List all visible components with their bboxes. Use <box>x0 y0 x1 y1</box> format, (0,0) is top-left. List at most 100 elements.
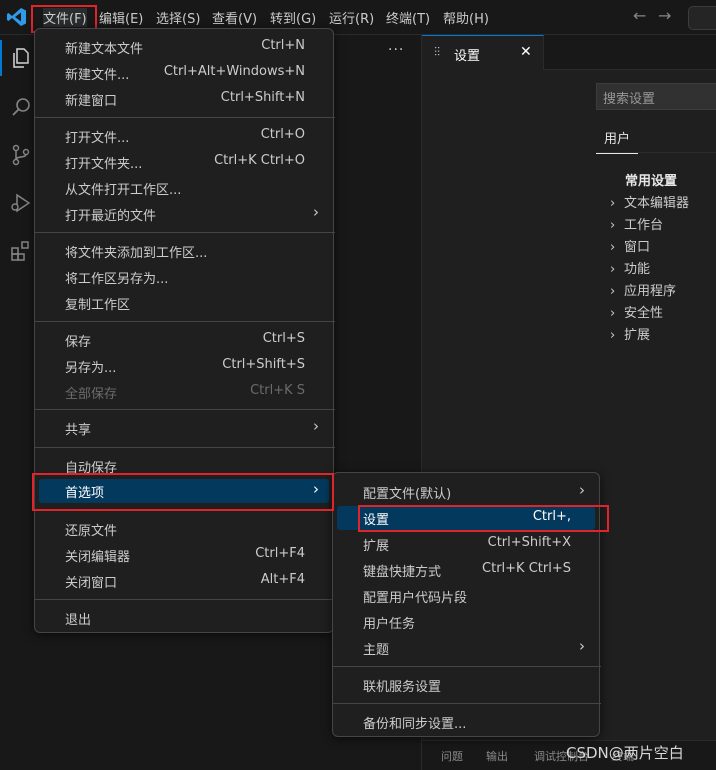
menu-item[interactable]: 备份和同步设置... <box>337 710 595 734</box>
menu-separator <box>35 232 335 233</box>
menu-item[interactable]: 用户任务 <box>337 610 595 634</box>
menu-terminal[interactable]: 终端(T) <box>386 8 430 27</box>
scope-tab-user[interactable]: 用户 <box>596 128 639 154</box>
menu-separator <box>35 117 335 118</box>
menu-item[interactable]: 关闭窗口 Alt+F4 <box>39 569 329 593</box>
menu-item-label: 共享 <box>65 423 92 438</box>
menu-separator <box>333 666 601 667</box>
extensions-icon[interactable] <box>9 239 33 263</box>
menu-edit[interactable]: 编辑(E) <box>99 8 143 27</box>
menu-item[interactable]: 从文件打开工作区... <box>39 176 329 200</box>
watermark: CSDN@两片空白 <box>566 744 684 762</box>
editor-tab-bar: ⫶⫶ 设置 ✕ <box>422 35 716 70</box>
menu-help[interactable]: 帮助(H) <box>443 8 489 27</box>
menu-item-label: 用户任务 <box>363 617 416 632</box>
menu-item[interactable]: 将工作区另存为... <box>39 265 329 289</box>
menu-item-label: 打开文件... <box>65 131 130 146</box>
menu-item[interactable]: 配置文件(默认) › <box>337 480 595 504</box>
menu-item[interactable]: 联机服务设置 <box>337 673 595 697</box>
toc-item[interactable]: › 应用程序 <box>610 280 676 299</box>
toc-item[interactable]: › 功能 <box>610 258 650 277</box>
preferences-highlight <box>32 473 334 511</box>
submenu-chevron-icon: › <box>579 637 585 655</box>
menu-item[interactable]: 关闭编辑器 Ctrl+F4 <box>39 543 329 567</box>
toc-item[interactable]: › 文本编辑器 <box>610 192 689 211</box>
menu-item[interactable]: 还原文件 <box>39 517 329 541</box>
search-icon[interactable] <box>9 95 33 119</box>
menu-item[interactable]: 全部保存 Ctrl+K S <box>39 380 329 404</box>
toc-item[interactable]: › 工作台 <box>610 214 663 233</box>
menu-item-label: 复制工作区 <box>65 298 131 313</box>
menu-item-label: 新建窗口 <box>65 94 118 109</box>
menu-item[interactable]: 共享 › <box>39 416 329 440</box>
chevron-right-icon: › <box>610 196 616 211</box>
forward-arrow-icon[interactable]: → <box>658 6 671 25</box>
menu-item[interactable]: 打开文件... Ctrl+O <box>39 124 329 148</box>
menu-item[interactable]: 将文件夹添加到工作区... <box>39 239 329 263</box>
activity-bar <box>0 35 34 770</box>
toc-item-label: 应用程序 <box>624 284 677 299</box>
menu-item-shortcut: Ctrl+F4 <box>255 546 305 561</box>
menu-item[interactable]: 退出 <box>39 606 329 630</box>
menu-item-label: 将文件夹添加到工作区... <box>65 246 208 261</box>
source-control-icon[interactable] <box>9 143 33 167</box>
menu-separator <box>35 321 335 322</box>
toc-item-label: 安全性 <box>624 306 664 321</box>
menu-go[interactable]: 转到(G) <box>270 8 316 27</box>
menu-item[interactable]: 另存为... Ctrl+Shift+S <box>39 354 329 378</box>
explorer-icon[interactable] <box>9 46 33 70</box>
menu-item[interactable]: 复制工作区 <box>39 291 329 315</box>
menu-view[interactable]: 查看(V) <box>212 8 257 27</box>
command-center[interactable] <box>688 6 716 30</box>
toc-item[interactable]: › 安全性 <box>610 302 663 321</box>
menu-item-shortcut: Ctrl+N <box>261 38 305 53</box>
menu-item-shortcut: Ctrl+K Ctrl+O <box>214 153 305 168</box>
chevron-right-icon: › <box>610 306 616 321</box>
close-icon[interactable]: ✕ <box>520 44 532 60</box>
menu-item[interactable]: 配置用户代码片段 <box>337 584 595 608</box>
menu-item-label: 从文件打开工作区... <box>65 183 182 198</box>
menu-item-shortcut: Ctrl+Shift+N <box>220 90 305 105</box>
menu-separator <box>333 703 601 704</box>
menu-run[interactable]: 运行(R) <box>329 8 374 27</box>
menu-item[interactable]: 扩展 Ctrl+Shift+X <box>337 532 595 556</box>
menu-item-shortcut: Ctrl+Shift+S <box>222 357 305 372</box>
menu-item[interactable]: 键盘快捷方式 Ctrl+K Ctrl+S <box>337 558 595 582</box>
toc-item[interactable]: › 窗口 <box>610 236 650 255</box>
toc-item[interactable]: › 扩展 <box>610 324 650 343</box>
menu-item-shortcut: Ctrl+S <box>262 331 305 346</box>
menu-item[interactable]: 主题 › <box>337 636 595 660</box>
chevron-right-icon: › <box>610 328 616 343</box>
menu-item-label: 联机服务设置 <box>363 680 442 695</box>
run-debug-icon[interactable] <box>9 191 33 215</box>
more-actions-icon[interactable]: ··· <box>388 42 404 58</box>
menu-item-label: 扩展 <box>363 539 390 554</box>
menu-item-label: 备份和同步设置... <box>363 717 467 732</box>
chevron-right-icon: › <box>610 284 616 299</box>
submenu-chevron-icon: › <box>579 481 585 499</box>
panel-tab-output[interactable]: 输出 <box>486 748 508 764</box>
toc-item-label: 扩展 <box>624 328 651 343</box>
submenu-chevron-icon: › <box>313 203 319 221</box>
menu-item[interactable]: 保存 Ctrl+S <box>39 328 329 352</box>
search-settings-input[interactable]: 搜索设置 <box>596 83 716 110</box>
back-arrow-icon[interactable]: ← <box>633 6 646 25</box>
menu-selection[interactable]: 选择(S) <box>156 8 200 27</box>
tab-settings[interactable]: ⫶⫶ 设置 ✕ <box>422 35 544 70</box>
menu-item-label: 新建文本文件 <box>65 42 144 57</box>
menu-item[interactable]: 打开最近的文件 › <box>39 202 329 226</box>
panel-tab-problems[interactable]: 问题 <box>441 748 463 764</box>
menu-item[interactable]: 新建窗口 Ctrl+Shift+N <box>39 87 329 111</box>
menu-item[interactable]: 新建文件... Ctrl+Alt+Windows+N <box>39 61 329 85</box>
menu-item-shortcut: Ctrl+O <box>260 127 305 142</box>
toc-heading[interactable]: 常用设置 <box>625 170 677 189</box>
submenu-chevron-icon: › <box>313 417 319 435</box>
menu-item[interactable]: 打开文件夹... Ctrl+K Ctrl+O <box>39 150 329 174</box>
toc-item-label: 窗口 <box>624 240 651 255</box>
menu-item-label: 新建文件... <box>65 68 130 83</box>
chevron-right-icon: › <box>610 240 616 255</box>
menu-item-label: 配置文件(默认) <box>363 487 452 502</box>
tab-settings-label: 设置 <box>454 49 481 64</box>
chevron-right-icon: › <box>610 262 616 277</box>
menu-item[interactable]: 新建文本文件 Ctrl+N <box>39 35 329 59</box>
